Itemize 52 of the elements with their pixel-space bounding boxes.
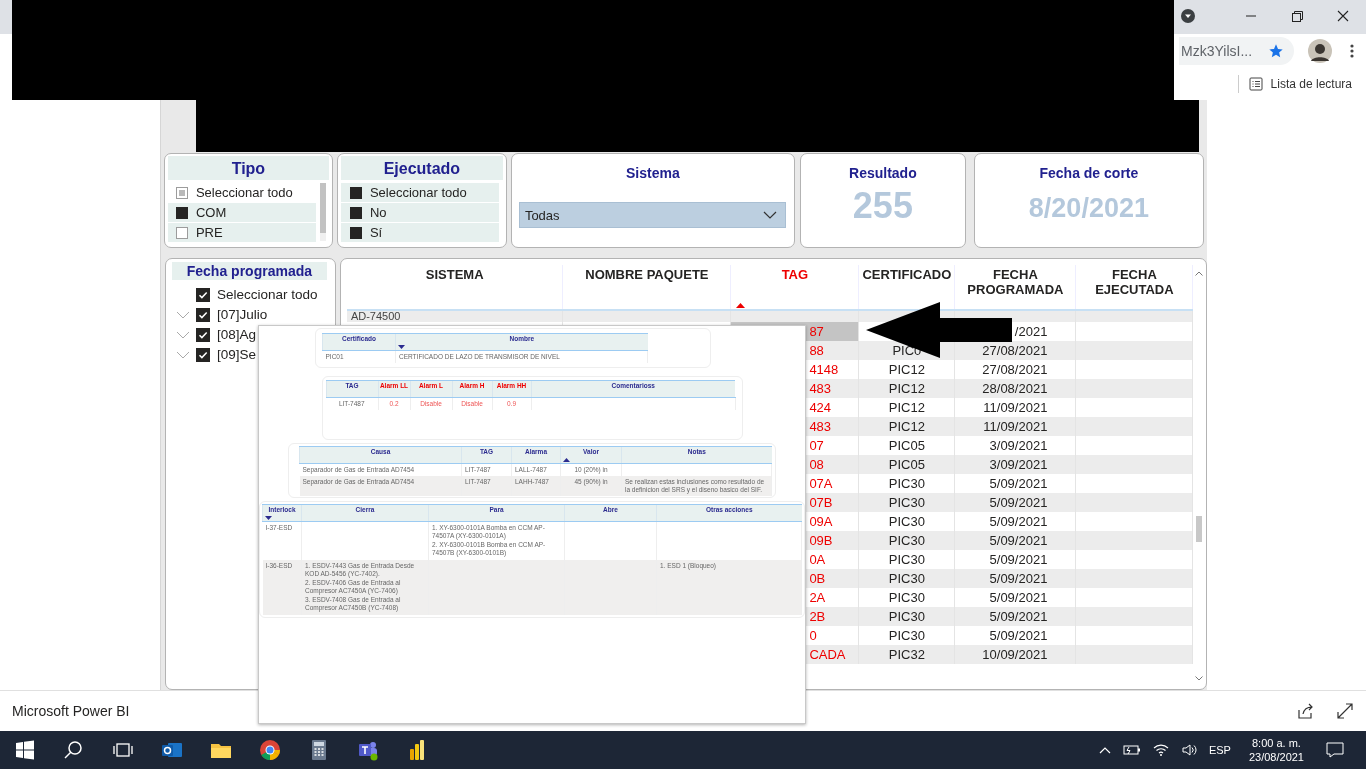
scrollbar-thumb[interactable] — [1196, 516, 1203, 542]
dropdown-icon[interactable] — [1180, 8, 1196, 24]
slicer-item[interactable]: No — [340, 203, 499, 222]
tree-item[interactable]: [09]Se — [195, 347, 256, 362]
slicer-item[interactable]: PRE — [167, 223, 316, 242]
notification-icon[interactable] — [1326, 742, 1344, 758]
language-indicator[interactable]: ESP — [1208, 744, 1231, 756]
kpi-value: 8/20/2021 — [1027, 193, 1150, 224]
checkbox[interactable] — [349, 186, 362, 199]
checkbox[interactable] — [175, 206, 188, 219]
checkbox[interactable] — [175, 186, 188, 199]
checkbox[interactable] — [195, 327, 210, 342]
slicer-title: Tipo — [167, 156, 329, 180]
card-title: Sistema — [625, 165, 681, 181]
table-cell: PIC32 — [858, 645, 955, 664]
menu-icon[interactable] — [1350, 42, 1354, 59]
scrollbar-thumb[interactable] — [319, 183, 326, 233]
list-icon — [1248, 76, 1263, 91]
table-cell: 10/09/2021 — [954, 645, 1076, 664]
slicer-item[interactable]: COM — [167, 203, 316, 222]
checkbox[interactable] — [349, 226, 362, 239]
card-title: Resultado — [848, 165, 918, 181]
wifi-icon[interactable] — [1152, 743, 1169, 757]
speaker-icon[interactable] — [1180, 743, 1197, 757]
slicer-item[interactable]: Sí — [340, 223, 499, 242]
clock-time[interactable]: 8:00 a. m. — [1252, 736, 1301, 750]
checkbox[interactable] — [175, 226, 188, 239]
reading-list-button[interactable]: Lista de lectura — [1237, 74, 1352, 93]
kpi-value: 255 — [851, 185, 914, 227]
share-icon[interactable] — [1296, 702, 1314, 720]
browser-icon[interactable] — [257, 738, 282, 762]
battery-icon[interactable] — [1122, 744, 1141, 756]
clock-date[interactable]: 23/08/2021 — [1248, 750, 1304, 764]
expand-icon[interactable] — [1336, 702, 1354, 720]
checkbox[interactable] — [349, 206, 362, 219]
card-title: Fecha de corte — [1038, 165, 1140, 181]
slicer-title: Ejecutado — [340, 156, 503, 180]
tree-item[interactable]: [08]Ag — [195, 327, 256, 342]
checkbox[interactable] — [195, 307, 210, 322]
chevron-down-icon[interactable] — [1195, 676, 1204, 681]
app-name: Microsoft Power BI — [12, 703, 130, 719]
checkbox[interactable] — [195, 287, 210, 302]
checkbox[interactable] — [195, 347, 210, 362]
address-bar[interactable]: Mzk3YilsI... — [1179, 36, 1294, 65]
chevron-down-icon — [762, 211, 777, 219]
star-icon[interactable] — [1268, 42, 1284, 59]
dropdown-field[interactable]: Todas — [518, 202, 786, 228]
tree-item[interactable]: [07]Julio — [195, 307, 268, 322]
slicer-item[interactable]: Seleccionar todo — [340, 183, 499, 202]
avatar-icon[interactable] — [1308, 38, 1332, 63]
slicer-title: Fecha programada — [171, 262, 327, 280]
tree-item[interactable]: Seleccionar todo — [195, 287, 318, 302]
